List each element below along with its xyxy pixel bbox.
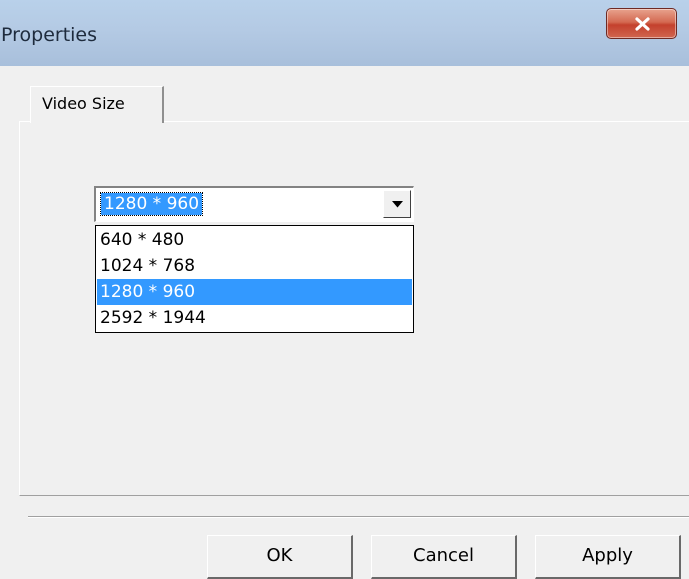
close-x-icon xyxy=(635,17,650,31)
chevron-down-icon xyxy=(392,201,403,208)
tab-video-size-label: Video Size xyxy=(42,94,125,113)
tab-video-size[interactable]: Video Size xyxy=(30,86,164,123)
video-size-selected-value: 1280 * 960 xyxy=(99,192,204,216)
ok-button[interactable]: OK xyxy=(207,535,353,579)
window-title: Properties xyxy=(1,24,98,46)
video-size-option-2592x1944[interactable]: 2592 * 1944 xyxy=(97,305,412,331)
title-bar[interactable]: Properties xyxy=(0,0,689,66)
video-size-combobox[interactable]: 1280 * 960 xyxy=(94,186,414,222)
video-size-dropdown-button[interactable] xyxy=(383,190,411,218)
button-area-divider xyxy=(28,516,689,518)
cancel-button[interactable]: Cancel xyxy=(371,535,517,579)
close-button[interactable] xyxy=(606,8,677,39)
video-size-option-1280x960[interactable]: 1280 * 960 xyxy=(97,279,412,305)
apply-button[interactable]: Apply xyxy=(535,535,681,579)
video-size-option-1024x768[interactable]: 1024 * 768 xyxy=(97,253,412,279)
video-size-dropdown-list[interactable]: 640 * 480 1024 * 768 1280 * 960 2592 * 1… xyxy=(95,225,414,333)
video-size-option-640x480[interactable]: 640 * 480 xyxy=(97,227,412,253)
